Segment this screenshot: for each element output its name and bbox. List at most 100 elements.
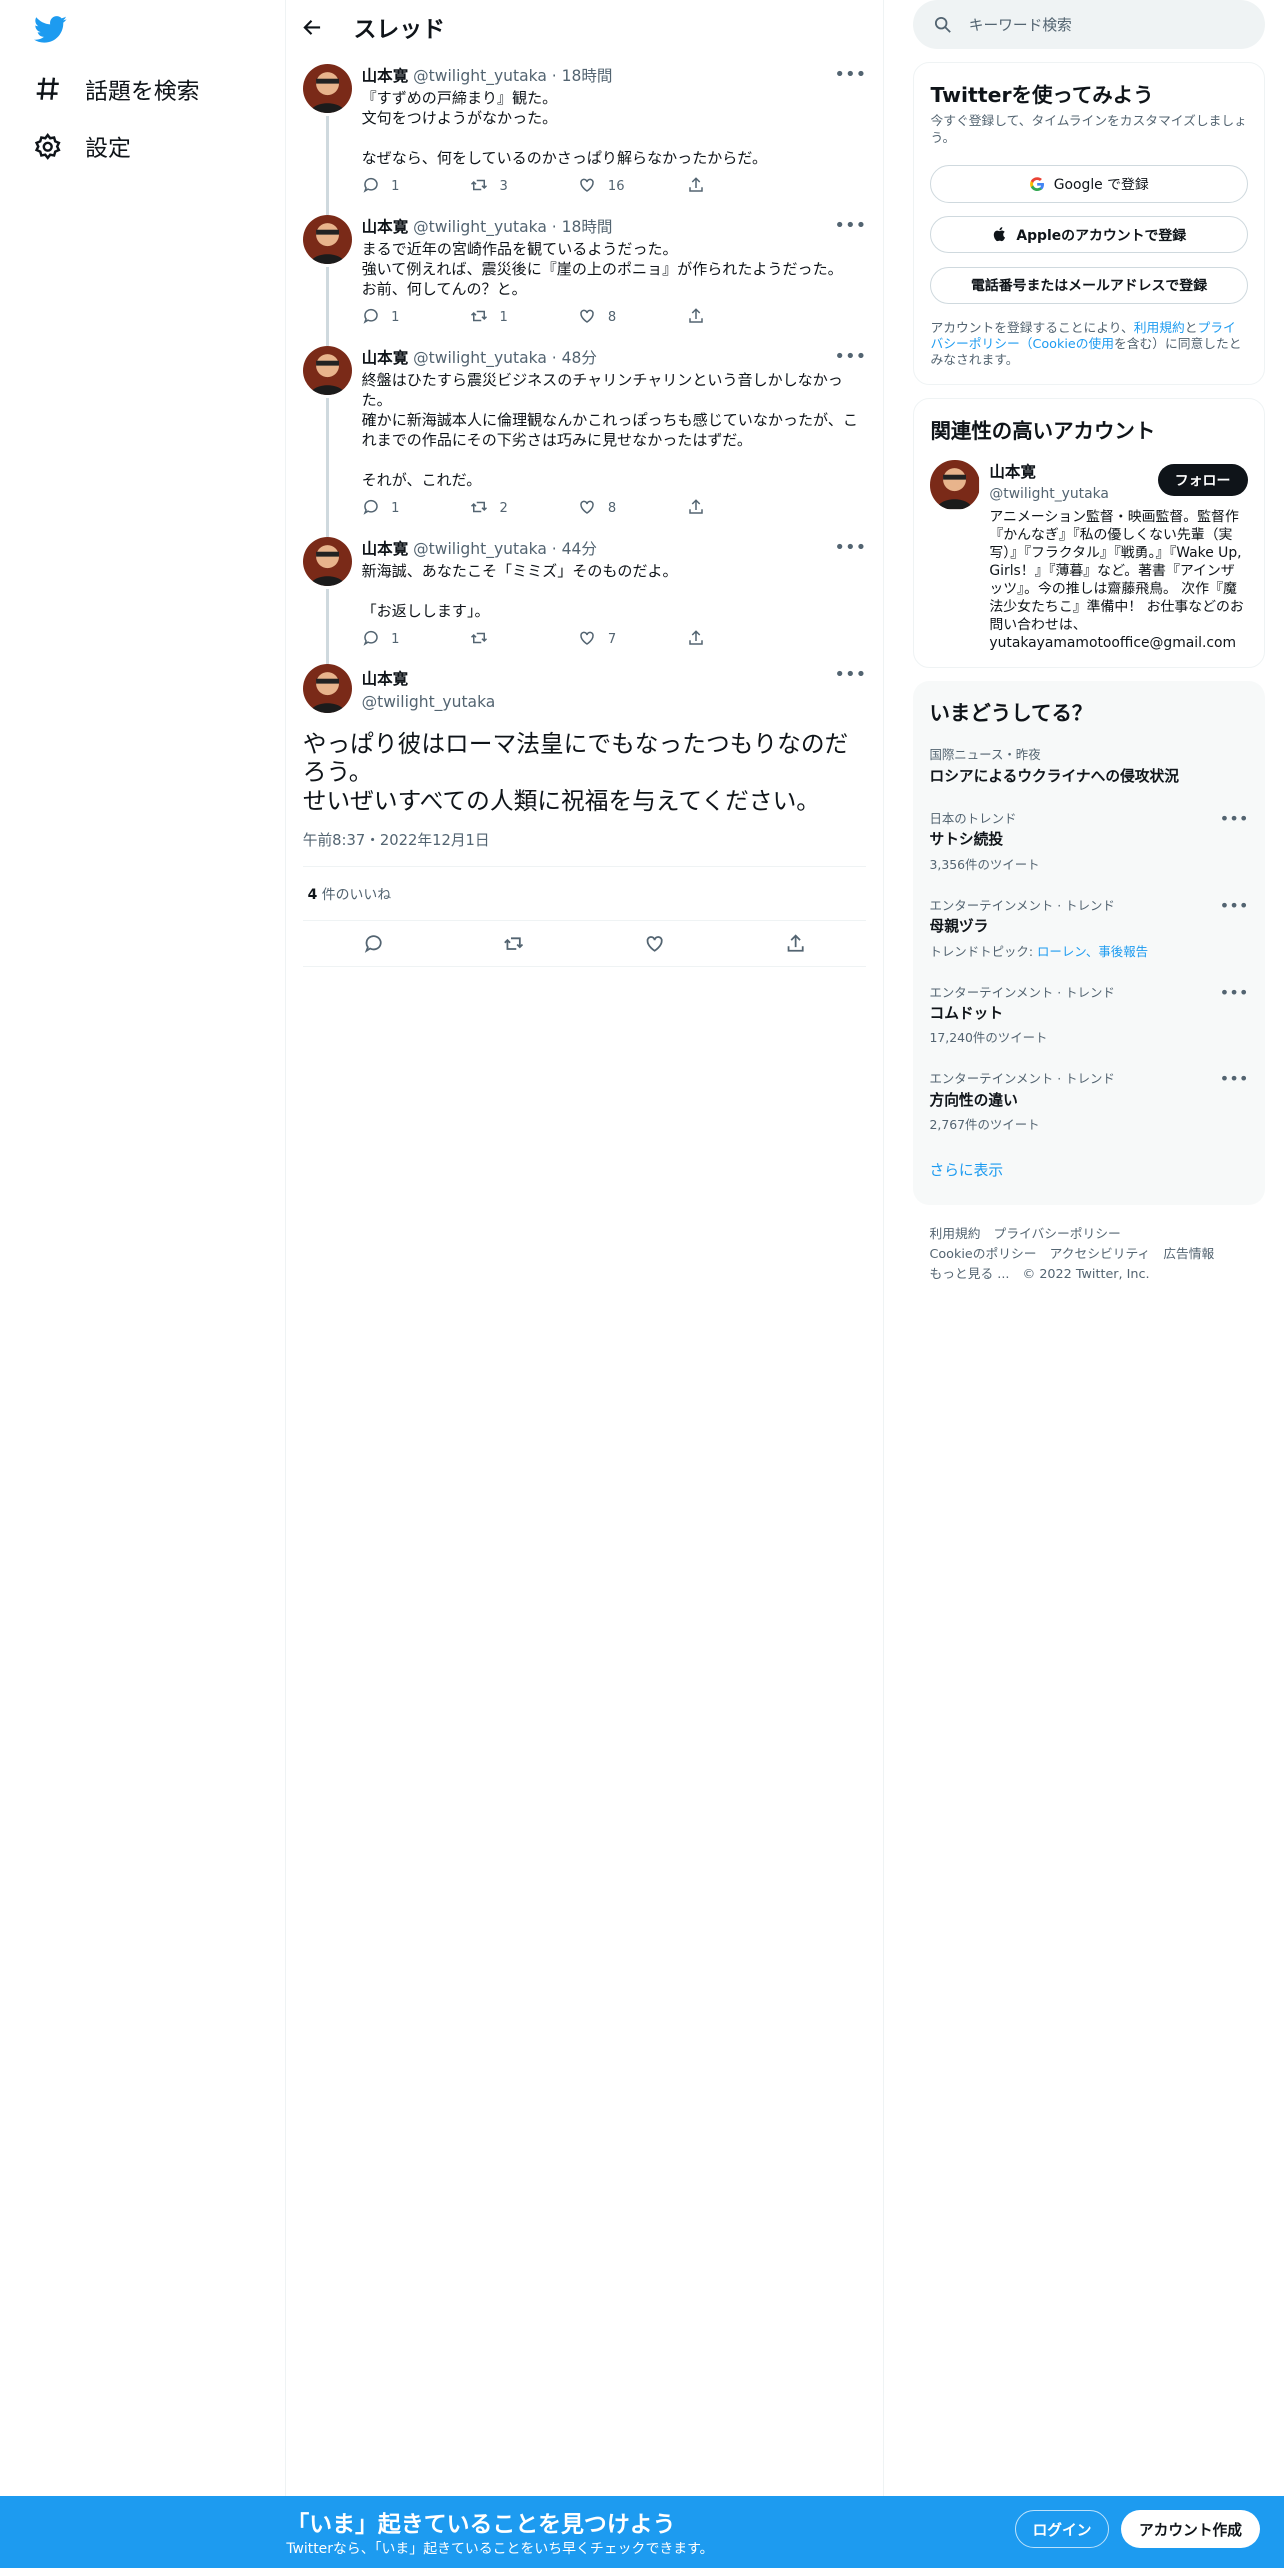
author-handle[interactable]: @twilight_yutaka xyxy=(413,218,547,236)
create-account-button[interactable]: アカウント作成 xyxy=(1120,2510,1261,2548)
apple-signup-button[interactable]: Appleのアカウントで登録 xyxy=(930,215,1248,254)
trend-item[interactable]: 日本のトレンド サトシ続投 3,356件のツイート ••• xyxy=(929,809,1248,873)
avatar[interactable] xyxy=(930,460,980,510)
footer-more-link[interactable]: もっと見る ... xyxy=(929,1267,1009,1282)
terms-link[interactable]: 利用規約 xyxy=(1134,321,1185,336)
retweet-icon xyxy=(470,176,488,198)
trend-item[interactable]: 国際ニュース・昨夜 ロシアによるウクライナへの侵攻状況 xyxy=(929,745,1248,786)
retweet-button[interactable]: 3 xyxy=(470,176,578,198)
share-button[interactable] xyxy=(687,307,795,329)
show-more-link[interactable]: さらに表示 xyxy=(929,1159,1248,1180)
likes-count[interactable]: 4 件のいいね xyxy=(302,867,867,921)
more-options-icon[interactable]: ••• xyxy=(834,537,866,558)
search-input[interactable]: キーワード検索 xyxy=(913,0,1265,50)
thread-tweet[interactable]: 山本寛 @twilight_yutaka · 18時間 ••• まるで近年の宮崎作品を観… xyxy=(286,205,882,346)
share-icon[interactable] xyxy=(785,933,806,954)
retweet-icon xyxy=(470,307,488,329)
author-name[interactable]: 山本寛 xyxy=(362,667,496,689)
like-button[interactable]: 7 xyxy=(578,629,686,651)
signup-card: Twitterを使ってみよう 今すぐ登録して、タイムラインをカスタマイズしましょ… xyxy=(913,62,1265,386)
trend-item[interactable]: エンターテインメント · トレンド コムドット 17,240件のツイート ••• xyxy=(929,983,1248,1047)
thread-list: 山本寛 @twilight_yutaka · 18時間 ••• 『すずめの戸締まり』観た… xyxy=(286,54,882,668)
author-handle[interactable]: @twilight_yutaka xyxy=(413,540,547,558)
more-options-icon[interactable]: ••• xyxy=(834,664,866,685)
suggested-account[interactable]: 山本寛 @twilight_yutaka アニメーション監督・映画監督。監督作『… xyxy=(930,460,1248,652)
reply-button[interactable]: 1 xyxy=(362,498,470,520)
thread-tweet[interactable]: 山本寛 @twilight_yutaka · 48分 ••• 終盤はひたすら震災ビジネス… xyxy=(286,336,882,537)
gear-icon xyxy=(34,132,61,160)
thread-tweet[interactable]: 山本寛 @twilight_yutaka · 44分 ••• 新海誠、あなたこそ「ミミズ… xyxy=(286,527,882,668)
tweet-actions: 1 2 8 xyxy=(362,491,796,527)
likes-label: 件のいいね xyxy=(317,886,392,903)
share-button[interactable] xyxy=(687,176,795,198)
retweet-button[interactable] xyxy=(470,629,578,651)
like-button[interactable]: 8 xyxy=(578,307,686,329)
reply-icon xyxy=(362,498,380,520)
more-options-icon[interactable]: ••• xyxy=(834,64,866,85)
signup-subtitle: 今すぐ登録して、タイムラインをカスタマイズしましょう。 xyxy=(930,114,1247,146)
more-options-icon[interactable]: ••• xyxy=(834,215,866,236)
follow-button[interactable]: フォロー xyxy=(1157,463,1248,497)
footer-link[interactable]: プライバシーポリシー xyxy=(994,1227,1121,1242)
reply-button[interactable]: 1 xyxy=(362,176,470,198)
tweet-timestamp[interactable]: 午前8:37・2022年12月1日 xyxy=(302,829,867,868)
author-handle[interactable]: @twilight_yutaka xyxy=(413,67,547,85)
nav-item-explore[interactable]: 話題を検索 xyxy=(33,72,200,106)
trend-topic-link[interactable]: ローレン、事後報告 xyxy=(1037,944,1148,959)
back-arrow-icon[interactable] xyxy=(301,16,324,39)
google-signup-button[interactable]: Google で登録 xyxy=(930,165,1248,203)
like-icon[interactable] xyxy=(644,933,665,954)
share-button[interactable] xyxy=(687,498,795,520)
reply-button[interactable]: 1 xyxy=(362,629,470,651)
retweet-icon[interactable] xyxy=(503,933,524,954)
tweet-meta: 山本寛 @twilight_yutaka · 44分 xyxy=(362,537,867,559)
author-name[interactable]: 山本寛 xyxy=(362,537,409,559)
share-button[interactable] xyxy=(687,629,795,651)
nav-item-settings[interactable]: 設定 xyxy=(33,129,131,163)
footer-link[interactable]: アクセシビリティ xyxy=(1050,1247,1151,1262)
avatar[interactable] xyxy=(302,664,352,714)
author-name[interactable]: 山本寛 xyxy=(362,64,409,86)
footer-link[interactable]: 利用規約 xyxy=(929,1227,980,1242)
more-options-icon[interactable]: ••• xyxy=(1220,983,1249,1002)
reply-button[interactable]: 1 xyxy=(362,307,470,329)
tweet-text-content: まるで近年の宮崎作品を観ているようだった。 強いて例えれば、震災後に『崖の上のポ… xyxy=(361,240,843,298)
avatar[interactable] xyxy=(302,345,352,395)
author-name[interactable]: 山本寛 xyxy=(362,215,409,237)
twitter-logo-icon[interactable] xyxy=(33,13,69,46)
tweet-text: まるで近年の宮崎作品を観ているようだった。 強いて例えれば、震災後に『崖の上のポ… xyxy=(362,240,867,300)
more-options-icon[interactable]: ••• xyxy=(1220,896,1249,915)
tweet-text: 新海誠、あなたこそ「ミミズ」そのものだよ。 「お返しします」。 xyxy=(362,562,867,622)
tweet-time[interactable]: · 44分 xyxy=(552,537,597,559)
like-button[interactable]: 16 xyxy=(578,176,686,198)
tweet-time[interactable]: · 48分 xyxy=(552,346,597,368)
like-button[interactable]: 8 xyxy=(578,498,686,520)
tweet-time[interactable]: · 18時間 xyxy=(552,64,613,86)
avatar[interactable] xyxy=(302,63,352,113)
retweet-button[interactable]: 2 xyxy=(470,498,578,520)
trend-item[interactable]: エンターテインメント · トレンド 母親ヅラ トレンドトピック: ローレン、事後報告… xyxy=(929,896,1248,960)
footer-link[interactable]: 広告情報 xyxy=(1163,1247,1214,1262)
reply-icon[interactable] xyxy=(363,933,384,954)
more-options-icon[interactable]: ••• xyxy=(834,346,866,367)
author-handle[interactable]: @twilight_yutaka xyxy=(413,349,547,367)
tweet-meta: 山本寛 @twilight_yutaka · 18時間 xyxy=(362,215,867,237)
tweet-text-content: 新海誠、あなたこそ「ミミズ」そのものだよ。 「お返しします」。 xyxy=(361,561,678,620)
trend-item[interactable]: エンターテインメント · トレンド 方向性の違い 2,767件のツイート ••• xyxy=(929,1069,1248,1133)
avatar[interactable] xyxy=(302,214,352,264)
more-options-icon[interactable]: ••• xyxy=(1220,1069,1249,1088)
tweet-time[interactable]: · 18時間 xyxy=(552,215,613,237)
author-handle[interactable]: @twilight_yutaka xyxy=(362,693,496,711)
thread-connector xyxy=(325,267,329,346)
footer-link[interactable]: Cookieのポリシー xyxy=(929,1247,1036,1262)
retweet-button[interactable]: 1 xyxy=(470,307,578,329)
more-options-icon[interactable]: ••• xyxy=(1220,809,1249,828)
thread-tweet[interactable]: 山本寛 @twilight_yutaka · 18時間 ••• 『すずめの戸締まり』観た… xyxy=(286,54,882,215)
author-name[interactable]: 山本寛 xyxy=(362,346,409,368)
phone-email-signup-button[interactable]: 電話番号またはメールアドレスで登録 xyxy=(930,266,1248,305)
retweet-icon xyxy=(470,629,488,651)
login-button[interactable]: ログイン xyxy=(1014,2510,1110,2548)
trend-meta: トレンドトピック: ローレン、事後報告 xyxy=(929,942,1248,960)
terms-text: アカウントを登録することにより、利用規約とプライバシーポリシー（Cookieの使… xyxy=(930,321,1247,370)
avatar[interactable] xyxy=(302,536,352,586)
